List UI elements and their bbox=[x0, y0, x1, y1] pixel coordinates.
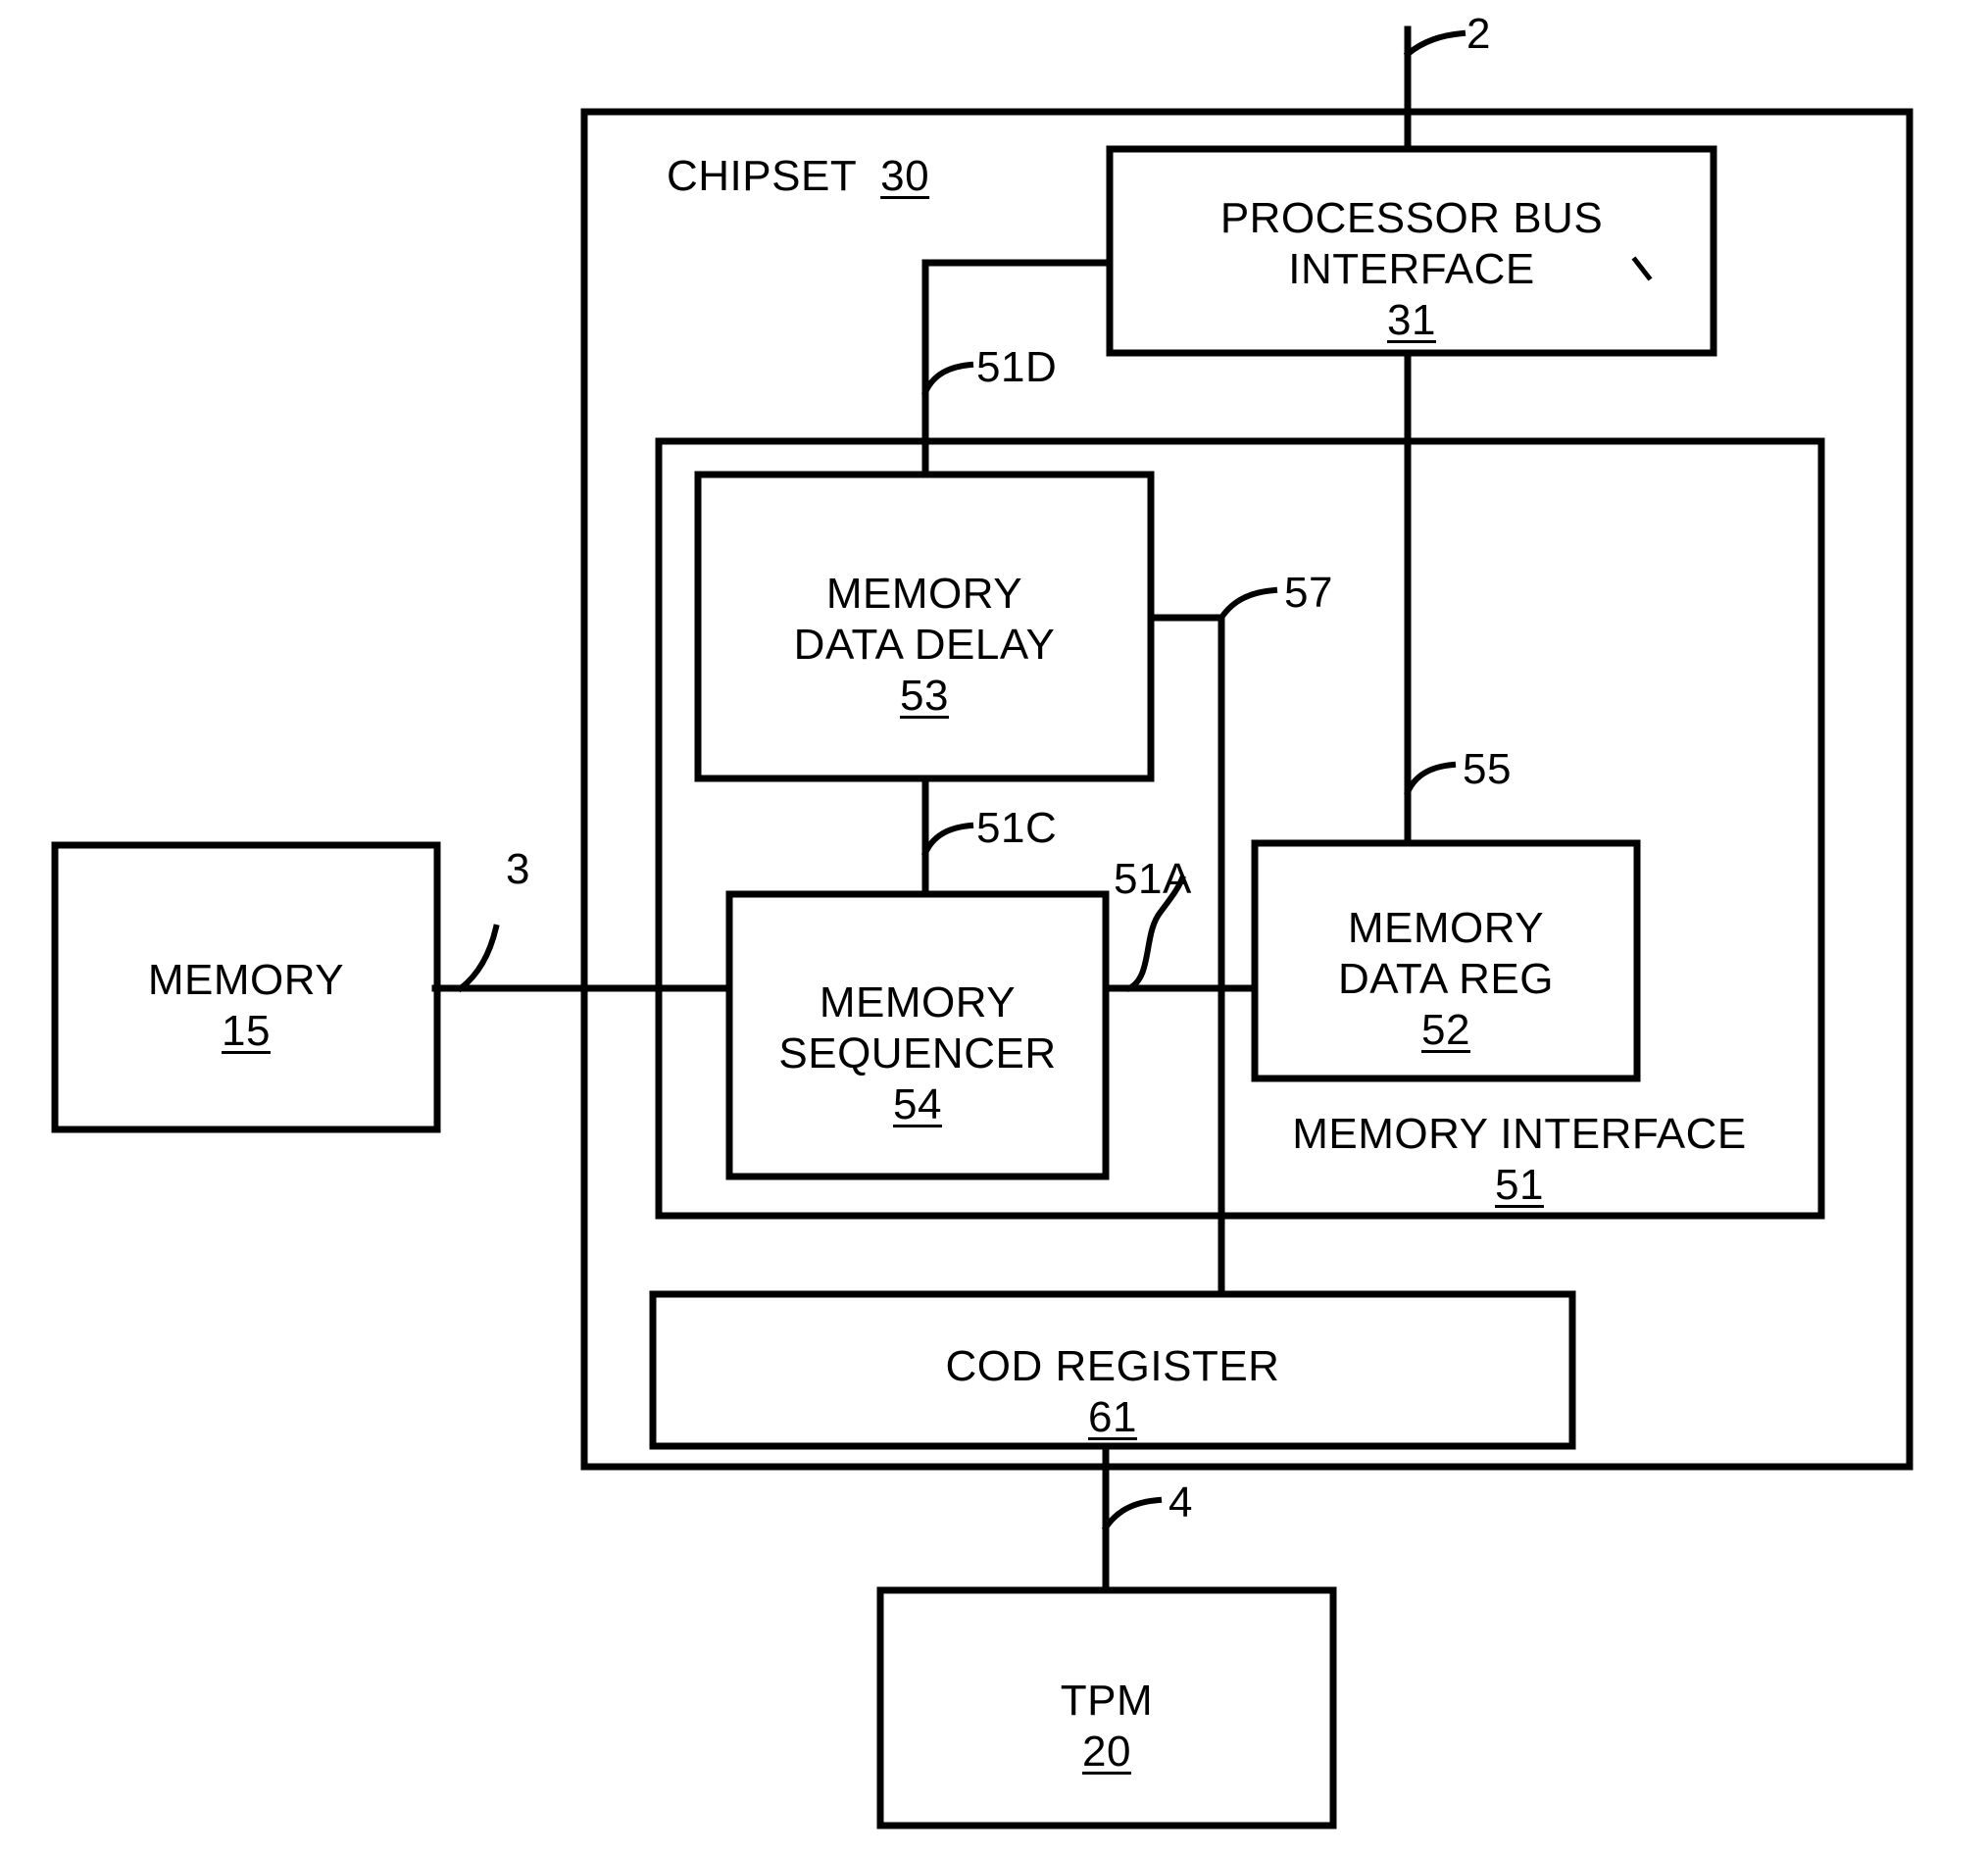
pbi-numeral: 31 bbox=[1387, 295, 1436, 344]
pbi-label: PROCESSOR BUS INTERFACE 31 bbox=[1110, 149, 1714, 353]
mi-numeral: 51 bbox=[1495, 1160, 1544, 1209]
ref-numeral-55: 55 bbox=[1463, 745, 1512, 793]
tpm-numeral: 20 bbox=[1082, 1727, 1131, 1776]
leader-51d bbox=[921, 361, 974, 396]
ref-numeral-51c: 51C bbox=[976, 804, 1058, 852]
memory-data-delay-label: MEMORY DATA DELAY 53 bbox=[698, 475, 1151, 778]
chipset-label: CHIPSET 30 bbox=[667, 152, 929, 201]
pbi-line2: INTERFACE bbox=[1288, 244, 1535, 293]
cod-label: COD REGISTER bbox=[945, 1341, 1280, 1390]
ref-numeral-51a: 51A bbox=[1114, 855, 1192, 903]
mem-label: MEMORY bbox=[147, 955, 345, 1004]
msq-line2: SEQUENCER bbox=[778, 1028, 1057, 1077]
ref-numeral-57: 57 bbox=[1284, 569, 1333, 617]
mdd-line2: DATA DELAY bbox=[793, 620, 1056, 669]
mi-label: MEMORY INTERFACE bbox=[1292, 1109, 1747, 1158]
leader-2 bbox=[1403, 29, 1466, 59]
mdr-numeral: 52 bbox=[1421, 1005, 1470, 1054]
patent-figure: CHIPSET 30 PROCESSOR BUS INTERFACE 31 ME… bbox=[0, 0, 1988, 1853]
ref-numeral-51d: 51D bbox=[976, 343, 1058, 391]
pbi-line1: PROCESSOR BUS bbox=[1219, 194, 1604, 243]
mdd-line1: MEMORY bbox=[825, 570, 1023, 619]
mdr-line1: MEMORY bbox=[1347, 904, 1545, 953]
leader-57 bbox=[1217, 586, 1278, 623]
ref-numeral-4: 4 bbox=[1168, 1478, 1193, 1527]
mem-numeral: 15 bbox=[222, 1006, 271, 1055]
leader-3 bbox=[456, 924, 500, 993]
ref-numeral-2: 2 bbox=[1466, 10, 1491, 58]
cod-register-label: COD REGISTER 61 bbox=[653, 1300, 1572, 1447]
cod-numeral: 61 bbox=[1088, 1392, 1137, 1441]
memory-interface-label: MEMORY INTERFACE 51 bbox=[1216, 1082, 1823, 1209]
chipset-numeral: 30 bbox=[880, 152, 930, 200]
leader-55 bbox=[1404, 761, 1457, 796]
msq-numeral: 54 bbox=[893, 1079, 942, 1128]
leader-51c bbox=[921, 822, 974, 857]
msq-line1: MEMORY bbox=[819, 978, 1017, 1027]
ref-numeral-3: 3 bbox=[506, 845, 530, 893]
mdd-numeral: 53 bbox=[900, 671, 949, 720]
leader-4 bbox=[1101, 1496, 1163, 1532]
tpm-label: TPM 20 bbox=[880, 1590, 1333, 1826]
memory-data-reg-label: MEMORY DATA REG 52 bbox=[1255, 843, 1637, 1078]
chipset-label-text: CHIPSET bbox=[667, 152, 857, 200]
memory-sequencer-label: MEMORY SEQUENCER 54 bbox=[729, 894, 1106, 1177]
memory-label: MEMORY 15 bbox=[55, 845, 437, 1129]
tpm-label-text: TPM bbox=[1060, 1676, 1154, 1725]
mdr-line2: DATA REG bbox=[1338, 954, 1554, 1003]
